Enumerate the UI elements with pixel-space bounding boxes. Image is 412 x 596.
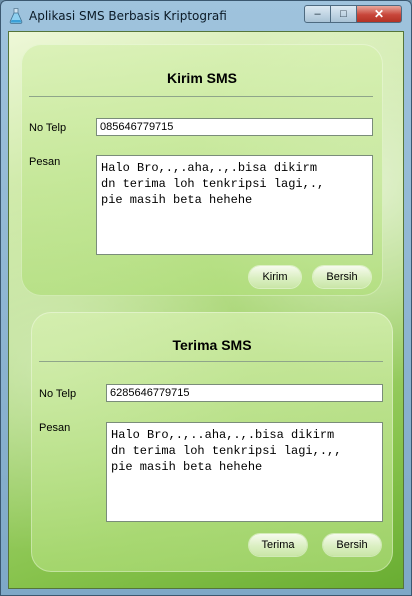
receive-message-textarea[interactable]: Halo Bro,.,..aha,.,.bisa dikirm dn terim… — [106, 422, 383, 522]
send-phone-label: No Telp — [29, 122, 67, 134]
window-title: Aplikasi SMS Berbasis Kriptografi — [29, 9, 227, 23]
send-panel-title: Kirim SMS — [166, 70, 237, 86]
receive-sms-panel: Terima SMS No Telp 6285646779715 Pesan H… — [31, 312, 393, 572]
close-button[interactable]: ✕ — [356, 5, 402, 23]
send-sms-panel: Kirim SMS No Telp 085646779715 Pesan Hal… — [21, 44, 383, 296]
send-button[interactable]: Kirim — [249, 266, 301, 288]
close-icon: ✕ — [373, 7, 385, 21]
receive-button[interactable]: Terima — [249, 534, 307, 556]
receive-message-label: Pesan — [39, 422, 71, 434]
flask-icon — [9, 8, 23, 24]
app-window: Aplikasi SMS Berbasis Kriptografi – □ ✕ … — [0, 0, 412, 596]
receive-panel-title: Terima SMS — [172, 337, 252, 353]
minimize-button[interactable]: – — [304, 5, 331, 23]
title-bar[interactable]: Aplikasi SMS Berbasis Kriptografi – □ ✕ — [1, 1, 411, 31]
send-phone-input[interactable]: 085646779715 — [96, 118, 373, 136]
receive-divider — [39, 361, 383, 362]
send-message-textarea[interactable]: Halo Bro,.,.aha,.,.bisa dikirm dn terima… — [96, 155, 373, 255]
maximize-icon: □ — [340, 8, 347, 20]
send-message-label: Pesan — [29, 156, 61, 168]
minimize-icon: – — [314, 8, 321, 20]
receive-phone-label: No Telp — [39, 388, 77, 400]
client-area: Kirim SMS No Telp 085646779715 Pesan Hal… — [8, 31, 404, 589]
maximize-button[interactable]: □ — [330, 5, 357, 23]
receive-phone-input[interactable]: 6285646779715 — [106, 384, 383, 402]
receive-clear-button[interactable]: Bersih — [323, 534, 381, 556]
send-divider — [29, 96, 373, 97]
send-clear-button[interactable]: Bersih — [313, 266, 371, 288]
